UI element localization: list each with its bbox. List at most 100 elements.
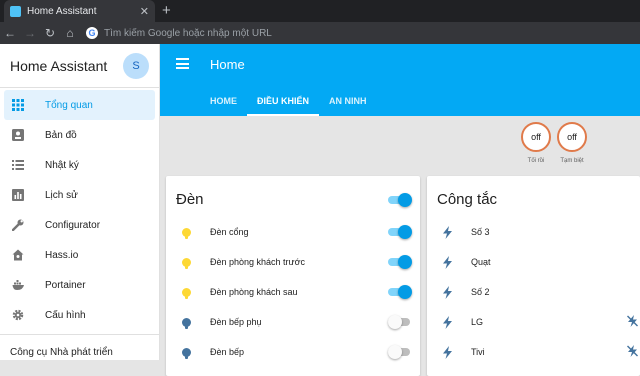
list-item: LG <box>427 307 640 337</box>
entity-label[interactable]: Số 2 <box>471 287 490 297</box>
sidebar-item-hassio[interactable]: Hass.io <box>4 240 155 270</box>
list-item: Quạt <box>427 247 640 277</box>
view-tabs: HOME ĐIỀU KHIỂN AN NINH <box>200 86 377 116</box>
sidebar-item-settings[interactable]: Cấu hình <box>4 300 155 330</box>
home-button-icon[interactable]: ⌂ <box>60 26 80 40</box>
reload-icon[interactable]: ↻ <box>40 26 60 40</box>
list-item: Đèn phòng khách sau <box>166 277 420 307</box>
entity-toggle[interactable] <box>388 345 412 359</box>
list-item: Đèn bếp <box>166 337 420 367</box>
developer-tools-heading: Công cụ Nhà phát triển <box>10 347 113 358</box>
sidebar-item-logbook[interactable]: Nhật ký <box>4 150 155 180</box>
sidebar-item-label: Configurator <box>45 219 101 231</box>
sidebar-item-overview[interactable]: Tổng quan <box>4 90 155 120</box>
address-bar-placeholder: Tìm kiếm Google hoặc nhập một URL <box>104 27 272 39</box>
sidebar-item-label: Lịch sử <box>45 189 78 201</box>
browser-tab[interactable]: Home Assistant ✕ <box>4 0 155 22</box>
close-tab-icon[interactable]: ✕ <box>140 5 149 18</box>
badge-tam-biet[interactable]: off Tạm biệt <box>557 122 587 164</box>
google-icon: G <box>86 27 98 39</box>
sidebar-item-portainer[interactable]: Portainer <box>4 270 155 300</box>
flash-off-icon[interactable] <box>627 344 638 360</box>
list-item: Đèn bếp phụ <box>166 307 420 337</box>
flash-icon <box>441 285 453 299</box>
tab-control[interactable]: ĐIỀU KHIỂN <box>247 86 320 116</box>
page-title: Home <box>210 57 245 72</box>
chart-icon <box>11 188 25 202</box>
flash-off-icon[interactable] <box>627 314 638 330</box>
browser-tab-title: Home Assistant <box>27 5 97 17</box>
entity-label[interactable]: Đèn cổng <box>210 227 249 237</box>
home-icon <box>11 248 25 262</box>
sidebar-item-label: Hass.io <box>45 249 79 261</box>
forward-icon[interactable]: → <box>20 26 40 40</box>
flash-icon <box>441 345 453 359</box>
sidebar-item-configurator[interactable]: Configurator <box>4 210 155 240</box>
new-tab-button[interactable]: + <box>162 2 171 20</box>
app-header: Home HOME ĐIỀU KHIỂN AN NINH <box>160 44 640 116</box>
docker-icon <box>11 278 25 292</box>
entity-label[interactable]: Quạt <box>471 257 491 267</box>
flash-icon <box>441 255 453 269</box>
entity-label[interactable]: Số 3 <box>471 227 490 237</box>
gear-icon <box>11 308 25 322</box>
switches-card: Công tắc Số 3 Quạt Số 2 LG Tivi <box>427 176 640 376</box>
entity-toggle[interactable] <box>388 255 412 269</box>
entity-toggle[interactable] <box>388 285 412 299</box>
entity-label[interactable]: LG <box>471 317 483 327</box>
entity-label[interactable]: Đèn bếp phụ <box>210 317 262 327</box>
badge-state: off <box>521 122 551 152</box>
list-item: Số 2 <box>427 277 640 307</box>
back-icon[interactable]: ← <box>0 26 20 40</box>
entity-toggle[interactable] <box>388 225 412 239</box>
sidebar-divider <box>0 334 159 335</box>
lightbulb-icon <box>180 225 192 239</box>
lightbulb-icon <box>180 255 192 269</box>
lights-card: Đèn Đèn cổng Đèn phòng khách trước Đèn p… <box>166 176 420 376</box>
list-item: Tivi <box>427 337 640 367</box>
badge-toi-roi[interactable]: off Tối rồi <box>521 122 551 164</box>
avatar[interactable]: S <box>123 52 149 79</box>
list-icon <box>11 158 25 172</box>
sidebar-item-label: Bản đồ <box>45 129 77 141</box>
entity-label[interactable]: Đèn bếp <box>210 347 244 357</box>
sidebar-title: Home Assistant <box>10 57 108 74</box>
sidebar-header: Home Assistant S <box>0 44 159 88</box>
flash-icon <box>441 315 453 329</box>
entity-label[interactable]: Tivi <box>471 347 485 357</box>
address-bar[interactable]: G Tìm kiếm Google hoặc nhập một URL <box>86 23 272 43</box>
home-assistant-favicon-icon <box>10 5 21 17</box>
sidebar-item-label: Tổng quan <box>45 99 93 111</box>
list-item: Đèn cổng <box>166 217 420 247</box>
entity-label[interactable]: Đèn phòng khách trước <box>210 257 305 267</box>
sidebar-item-label: Nhật ký <box>45 159 79 171</box>
card-title: Công tắc <box>437 191 498 208</box>
list-item: Đèn phòng khách trước <box>166 247 420 277</box>
sidebar-item-history[interactable]: Lịch sử <box>4 180 155 210</box>
sidebar: Home Assistant S Tổng quan Bản đồ Nhật k… <box>0 44 160 360</box>
entity-toggle[interactable] <box>388 315 412 329</box>
sidebar-nav: Tổng quan Bản đồ Nhật ký Lịch sử Configu… <box>0 88 159 330</box>
entity-label[interactable]: Đèn phòng khách sau <box>210 287 298 297</box>
list-item: Số 3 <box>427 217 640 247</box>
lightbulb-icon <box>180 345 192 359</box>
map-icon <box>11 128 25 142</box>
lightbulb-icon <box>180 285 192 299</box>
browser-toolbar: ← → ↻ ⌂ G Tìm kiếm Google hoặc nhập một … <box>0 22 640 44</box>
sidebar-item-label: Cấu hình <box>45 309 86 321</box>
tab-home[interactable]: HOME <box>200 86 247 116</box>
menu-icon[interactable] <box>176 58 189 69</box>
lightbulb-icon <box>180 315 192 329</box>
tab-security[interactable]: AN NINH <box>319 86 377 116</box>
badges-area: off Tối rồi off Tạm biệt <box>160 116 640 174</box>
wrench-icon <box>11 218 25 232</box>
flash-icon <box>441 225 453 239</box>
lights-master-toggle[interactable] <box>388 193 412 207</box>
badge-state: off <box>557 122 587 152</box>
grid-icon <box>11 98 25 112</box>
sidebar-item-map[interactable]: Bản đồ <box>4 120 155 150</box>
card-title: Đèn <box>176 191 204 208</box>
sidebar-item-label: Portainer <box>45 279 86 291</box>
browser-tab-strip: Home Assistant ✕ + <box>0 0 640 22</box>
badge-label: Tạm biệt <box>560 158 584 164</box>
